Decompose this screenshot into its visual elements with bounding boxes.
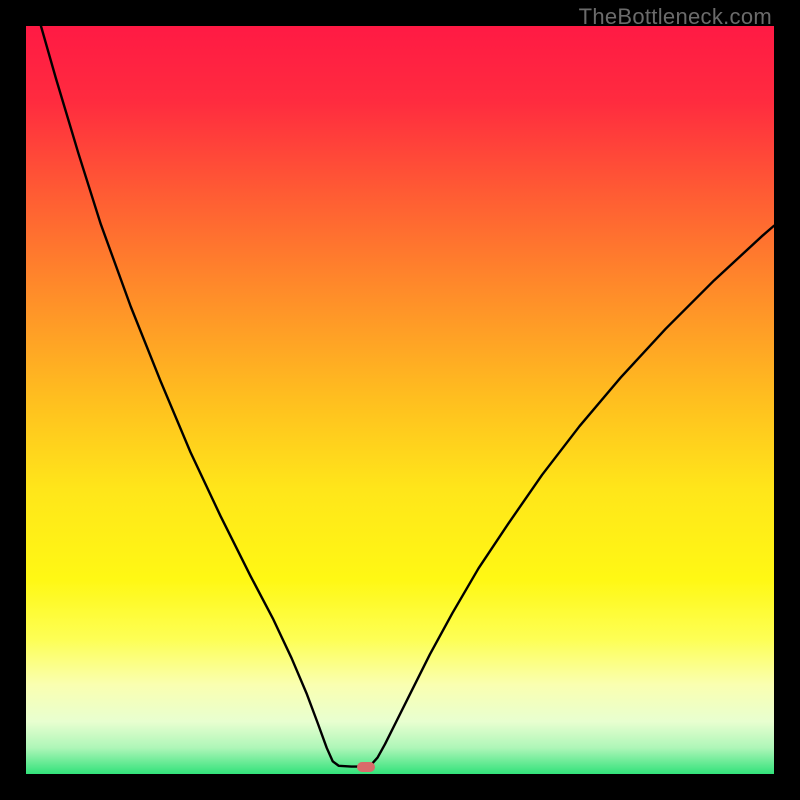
gradient-background <box>26 26 774 774</box>
chart-frame <box>26 26 774 774</box>
bottleneck-chart <box>26 26 774 774</box>
optimal-point-marker <box>357 762 375 772</box>
